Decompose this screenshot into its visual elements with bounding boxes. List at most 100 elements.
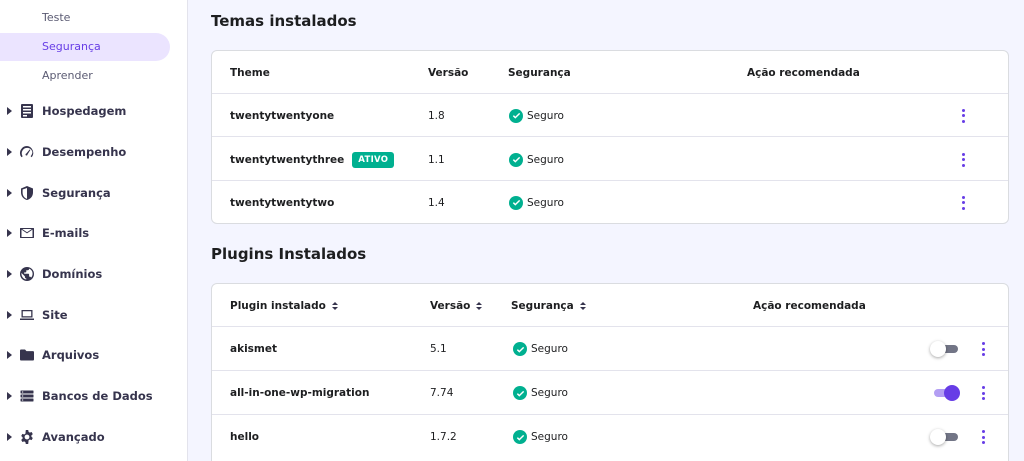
sidebar-item-label: Hospedagem — [42, 104, 127, 118]
caret-right-icon — [7, 351, 13, 359]
security-status: Seguro — [513, 371, 568, 415]
sidebar-item-emails[interactable]: E-mails — [0, 218, 188, 248]
database-icon — [19, 388, 35, 404]
plugin-name: hello — [230, 431, 260, 443]
sidebar-item-seguranca[interactable]: Segurança — [0, 178, 188, 208]
check-circle-icon — [513, 342, 527, 356]
column-header-security[interactable]: Segurança — [511, 284, 586, 327]
check-circle-icon — [509, 195, 523, 210]
gear-icon — [19, 429, 35, 445]
mail-icon — [19, 225, 35, 241]
caret-right-icon — [7, 433, 13, 441]
plugin-toggle[interactable] — [930, 429, 958, 445]
caret-right-icon — [7, 148, 13, 156]
theme-version: 1.4 — [428, 196, 445, 209]
plugin-toggle[interactable] — [930, 341, 958, 357]
column-header-plugin[interactable]: Plugin instalado — [230, 284, 338, 327]
sidebar-item-bancos-de-dados[interactable]: Bancos de Dados — [0, 381, 188, 411]
active-badge: ATIVO — [352, 151, 395, 168]
theme-name: twentytwentytwo — [230, 196, 335, 209]
sidebar-subitem-teste[interactable]: Teste — [0, 4, 170, 32]
table-row: twentytwentyone 1.8 Seguro — [212, 94, 1008, 137]
column-header-action: Ação recomendada — [747, 66, 860, 79]
sidebar-item-label: Arquivos — [42, 348, 100, 362]
sidebar-subitem-seguranca[interactable]: Segurança — [0, 33, 170, 61]
more-options-icon[interactable] — [978, 385, 988, 401]
security-status: Seguro — [513, 327, 568, 371]
caret-right-icon — [7, 107, 13, 115]
themes-table: Theme Versão Segurança Ação recomendada … — [211, 50, 1009, 224]
sidebar-item-label: Avançado — [42, 430, 105, 444]
check-circle-icon — [513, 430, 527, 444]
sidebar-item-hospedagem[interactable]: Hospedagem — [0, 96, 188, 126]
plugin-name: akismet — [230, 343, 277, 355]
security-status: Seguro — [509, 138, 564, 181]
sidebar-item-label: E-mails — [42, 226, 90, 240]
themes-section-title: Temas instalados — [211, 12, 357, 30]
caret-right-icon — [7, 189, 13, 197]
security-label: Seguro — [531, 387, 568, 399]
check-circle-icon — [509, 152, 523, 167]
plugin-version: 5.1 — [430, 343, 447, 355]
more-options-icon[interactable] — [958, 152, 968, 168]
sidebar-item-label: Site — [42, 308, 68, 322]
caret-right-icon — [7, 311, 13, 319]
more-options-icon[interactable] — [978, 429, 988, 445]
more-options-icon[interactable] — [958, 195, 968, 211]
security-status: Seguro — [509, 94, 564, 137]
sidebar-item-label: Desempenho — [42, 145, 127, 159]
plugin-version: 7.74 — [430, 387, 454, 399]
security-status: Seguro — [509, 181, 564, 224]
sidebar-item-site[interactable]: Site — [0, 300, 188, 330]
theme-name: twentytwentyone — [230, 109, 335, 122]
caret-right-icon — [7, 270, 13, 278]
sidebar-item-arquivos[interactable]: Arquivos — [0, 340, 188, 370]
table-row: akismet 5.1 Seguro — [212, 327, 1008, 371]
plugins-table-header: Plugin instalado Versão Segurança Ação r… — [212, 284, 1008, 327]
column-header-version: Versão — [428, 66, 469, 79]
sort-icon — [579, 301, 586, 310]
laptop-icon — [19, 307, 35, 323]
plugins-table: Plugin instalado Versão Segurança Ação r… — [211, 283, 1009, 461]
theme-version: 1.1 — [428, 153, 445, 166]
server-icon — [19, 103, 35, 119]
column-header-label: Segurança — [511, 299, 574, 312]
check-circle-icon — [509, 108, 523, 123]
caret-right-icon — [7, 392, 13, 400]
sidebar-item-desempenho[interactable]: Desempenho — [0, 137, 188, 167]
plugins-section-title: Plugins Instalados — [211, 245, 367, 263]
column-header-security: Segurança — [508, 66, 571, 79]
folder-icon — [19, 347, 35, 363]
column-header-version[interactable]: Versão — [430, 284, 483, 327]
sidebar-item-avancado[interactable]: Avançado — [0, 422, 188, 452]
sidebar-item-label: Segurança — [42, 186, 111, 200]
more-options-icon[interactable] — [978, 341, 988, 357]
table-row: twentytwentytwo 1.4 Seguro — [212, 181, 1008, 224]
sidebar-item-dominios[interactable]: Domínios — [0, 259, 188, 289]
plugin-version: 1.7.2 — [430, 431, 457, 443]
speedometer-icon — [19, 144, 35, 160]
security-label: Seguro — [527, 196, 564, 209]
sort-icon — [331, 301, 338, 310]
security-label: Seguro — [527, 109, 564, 122]
more-options-icon[interactable] — [958, 108, 968, 124]
plugin-toggle[interactable] — [930, 385, 960, 401]
table-row: all-in-one-wp-migration 7.74 Seguro — [212, 371, 1008, 415]
shield-icon — [19, 185, 35, 201]
plugin-name: all-in-one-wp-migration — [230, 387, 370, 399]
column-header-label: Versão — [430, 299, 471, 312]
table-row: twentytwentythree ATIVO 1.1 Seguro — [212, 138, 1008, 181]
table-row: hello 1.7.2 Seguro — [212, 415, 1008, 459]
sidebar: Teste Segurança Aprender Hospedagem Dese… — [0, 0, 188, 461]
theme-version: 1.8 — [428, 109, 445, 122]
globe-icon — [19, 266, 35, 282]
security-status: Seguro — [513, 415, 568, 459]
theme-name: twentytwentythree ATIVO — [230, 138, 395, 181]
security-label: Seguro — [527, 153, 564, 166]
sidebar-subitem-aprender[interactable]: Aprender — [0, 62, 170, 90]
security-label: Seguro — [531, 431, 568, 443]
caret-right-icon — [7, 229, 13, 237]
column-header-theme: Theme — [230, 66, 270, 79]
sort-icon — [476, 301, 483, 310]
column-header-action: Ação recomendada — [753, 299, 866, 312]
